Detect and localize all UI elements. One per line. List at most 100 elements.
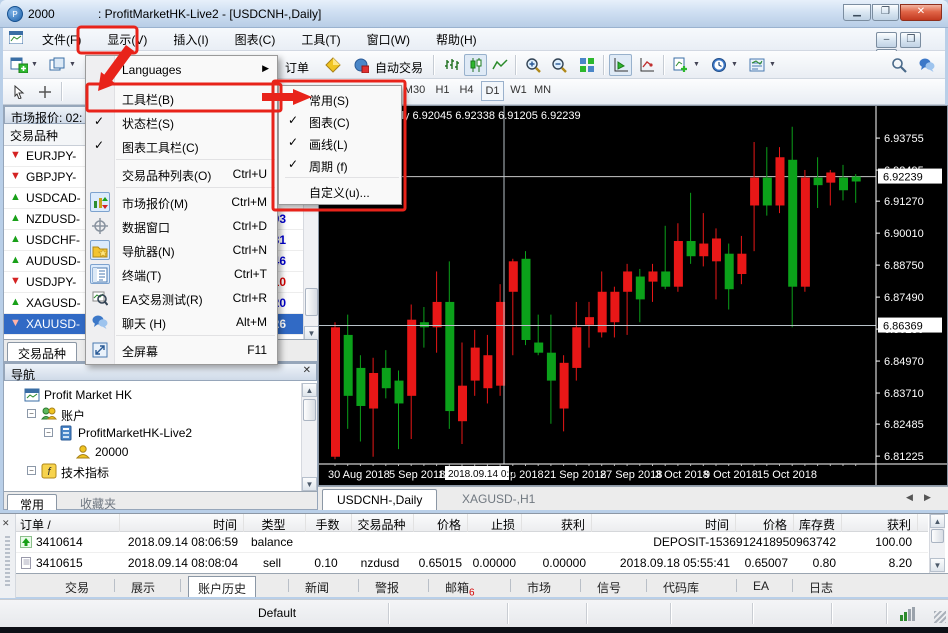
view-menu-item-11[interactable]: 导航器(N)Ctrl+N: [86, 238, 277, 262]
terminal-tab-10[interactable]: EA: [744, 576, 778, 597]
autotrading-button[interactable]: [349, 54, 372, 76]
terminal-column-12[interactable]: 获利: [842, 514, 918, 532]
view-menu-item-1[interactable]: Languages▶: [86, 58, 277, 82]
autotrading-label[interactable]: 自动交易: [375, 59, 423, 76]
terminal-tab-4[interactable]: 新闻: [296, 576, 338, 597]
restore-button[interactable]: ❐: [872, 4, 899, 21]
search-button[interactable]: [887, 54, 910, 76]
community-chat-button[interactable]: [915, 54, 938, 76]
terminal-grip[interactable]: ✕: [0, 514, 16, 598]
toolbars-submenu-item-3[interactable]: ✓画线(L): [279, 132, 401, 154]
minimize-button[interactable]: ▁: [843, 4, 871, 21]
terminal-column-11[interactable]: 库存费: [794, 514, 842, 532]
toolbars-submenu-item-6[interactable]: 自定义(u)...: [279, 180, 401, 202]
period-button-m30[interactable]: M30: [403, 81, 426, 101]
terminal-column-6[interactable]: 价格: [414, 514, 468, 532]
terminal-tab-9[interactable]: 代码库: [654, 576, 708, 597]
chart-tab-xagusd[interactable]: XAGUSD-,H1: [448, 489, 549, 510]
chart-tab-usdcnh[interactable]: USDCNH-,Daily: [322, 489, 437, 510]
terminal-tab-7[interactable]: 市场: [518, 576, 560, 597]
terminal-column-7[interactable]: 止损: [468, 514, 522, 532]
scroll-up-icon[interactable]: ▲: [302, 383, 317, 397]
view-menu-item-10[interactable]: 数据窗口Ctrl+D: [86, 214, 277, 238]
cursor-tool-button[interactable]: [7, 81, 30, 103]
toolbars-submenu-item-2[interactable]: ✓图表(C): [279, 110, 401, 132]
scrollbar-thumb[interactable]: [305, 288, 318, 316]
terminal-row-2[interactable]: 34106152018.09.14 08:08:04sell0.10nzdusd…: [16, 553, 928, 574]
view-menu-item-9[interactable]: 市场报价(M)Ctrl+M: [86, 190, 277, 214]
profiles-button[interactable]: [45, 54, 68, 76]
close-icon[interactable]: ✕: [2, 518, 10, 529]
view-menu-item-13[interactable]: EA交易测试(R)Ctrl+R: [86, 286, 277, 310]
terminal-column-3[interactable]: 类型: [244, 514, 306, 532]
scrollbar-thumb[interactable]: [931, 529, 944, 543]
period-button-d1[interactable]: D1: [481, 81, 504, 101]
periods-button[interactable]: [707, 54, 730, 76]
terminal-tab-3[interactable]: 账户历史: [188, 576, 256, 597]
menubar-item-5[interactable]: 工具(T): [288, 28, 353, 51]
period-button-w1[interactable]: W1: [507, 81, 530, 101]
periods-button-dropdown-icon[interactable]: ▼: [731, 61, 738, 68]
terminal-column-5[interactable]: 交易品种: [352, 514, 414, 532]
terminal-tab-8[interactable]: 信号: [588, 576, 630, 597]
terminal-tab-2[interactable]: 展示: [122, 576, 164, 597]
menubar-item-1[interactable]: 文件(F): [29, 28, 94, 51]
view-menu-item-14[interactable]: 聊天 (H)Alt+M: [86, 310, 277, 334]
terminal-column-8[interactable]: 获利: [522, 514, 592, 532]
zoom-in-button[interactable]: [521, 54, 544, 76]
new-chart-button[interactable]: [7, 54, 30, 76]
templates-button[interactable]: [745, 54, 768, 76]
templates-button-dropdown-icon[interactable]: ▼: [769, 61, 776, 68]
close-button[interactable]: ✕: [900, 4, 942, 21]
scroll-down-icon[interactable]: ▼: [304, 326, 319, 340]
tab-scroll-right-icon[interactable]: ▶: [924, 492, 931, 503]
menubar-item-2[interactable]: 显示(V): [94, 28, 160, 51]
toolbars-submenu-item-1[interactable]: ✓常用(S): [279, 88, 401, 110]
indicators-button[interactable]: [669, 54, 692, 76]
navigator-item-2[interactable]: −账户: [4, 404, 300, 423]
tab-common[interactable]: 常用: [7, 494, 57, 510]
close-icon[interactable]: ✕: [303, 365, 311, 376]
navigator-item-1[interactable]: Profit Market HK: [4, 385, 300, 404]
terminal-tab-5[interactable]: 警报: [366, 576, 408, 597]
view-menu-item-5[interactable]: ✓图表工具栏(C): [86, 134, 277, 158]
terminal-tab-1[interactable]: 交易: [56, 576, 98, 597]
candlestick-chart-button[interactable]: [464, 54, 487, 76]
terminal-column-4[interactable]: 手数: [306, 514, 352, 532]
collapse-icon[interactable]: −: [27, 409, 36, 418]
terminal-scrollbar[interactable]: ▲ ▼: [929, 514, 945, 574]
period-button-h4[interactable]: H4: [455, 81, 478, 101]
tab-symbols[interactable]: 交易品种: [7, 342, 77, 361]
view-menu-item-7[interactable]: 交易品种列表(O)Ctrl+U: [86, 162, 277, 186]
chart-window[interactable]: ily 6.92045 6.92338 6.91205 6.922396.937…: [318, 105, 948, 486]
mdi-restore-button[interactable]: ❐: [900, 32, 921, 48]
marketplace-button[interactable]: [321, 54, 344, 76]
scroll-up-icon[interactable]: ▲: [930, 514, 945, 528]
terminal-column-10[interactable]: 价格: [736, 514, 794, 532]
terminal-column-1[interactable]: 订单 /: [16, 514, 120, 532]
view-menu-item-16[interactable]: 全屏幕F11: [86, 338, 277, 362]
candlestick-chart[interactable]: ily 6.92045 6.92338 6.91205 6.922396.937…: [319, 106, 947, 485]
terminal-tab-6[interactable]: 邮箱6: [436, 576, 484, 597]
bar-chart-button[interactable]: [440, 54, 463, 76]
toolbars-submenu-item-4[interactable]: ✓周期 (f): [279, 154, 401, 176]
scrollbar-thumb[interactable]: [303, 399, 316, 421]
menubar-item-3[interactable]: 插入(I): [160, 28, 221, 51]
view-menu-item-4[interactable]: ✓状态栏(S): [86, 110, 277, 134]
new-chart-button-dropdown-icon[interactable]: ▼: [31, 61, 38, 68]
collapse-icon[interactable]: −: [44, 428, 53, 437]
view-menu-item-12[interactable]: 终端(T)Ctrl+T: [86, 262, 277, 286]
tab-favorites[interactable]: 收藏夹: [68, 494, 128, 510]
track-chart-button[interactable]: [635, 54, 658, 76]
terminal-column-2[interactable]: 时间: [120, 514, 244, 532]
menubar-item-7[interactable]: 帮助(H): [423, 28, 490, 51]
terminal-column-9[interactable]: 时间: [592, 514, 736, 532]
scroll-down-icon[interactable]: ▼: [302, 477, 317, 491]
navigator-item-4[interactable]: 20000: [4, 442, 300, 461]
terminal-tab-11[interactable]: 日志: [800, 576, 842, 597]
zoom-out-button[interactable]: [547, 54, 570, 76]
scroll-down-icon[interactable]: ▼: [930, 558, 945, 572]
terminal-row-1[interactable]: 34106142018.09.14 08:06:59balanceDEPOSIT…: [16, 532, 928, 553]
indicators-button-dropdown-icon[interactable]: ▼: [693, 61, 700, 68]
period-button-mn[interactable]: MN: [531, 81, 554, 101]
